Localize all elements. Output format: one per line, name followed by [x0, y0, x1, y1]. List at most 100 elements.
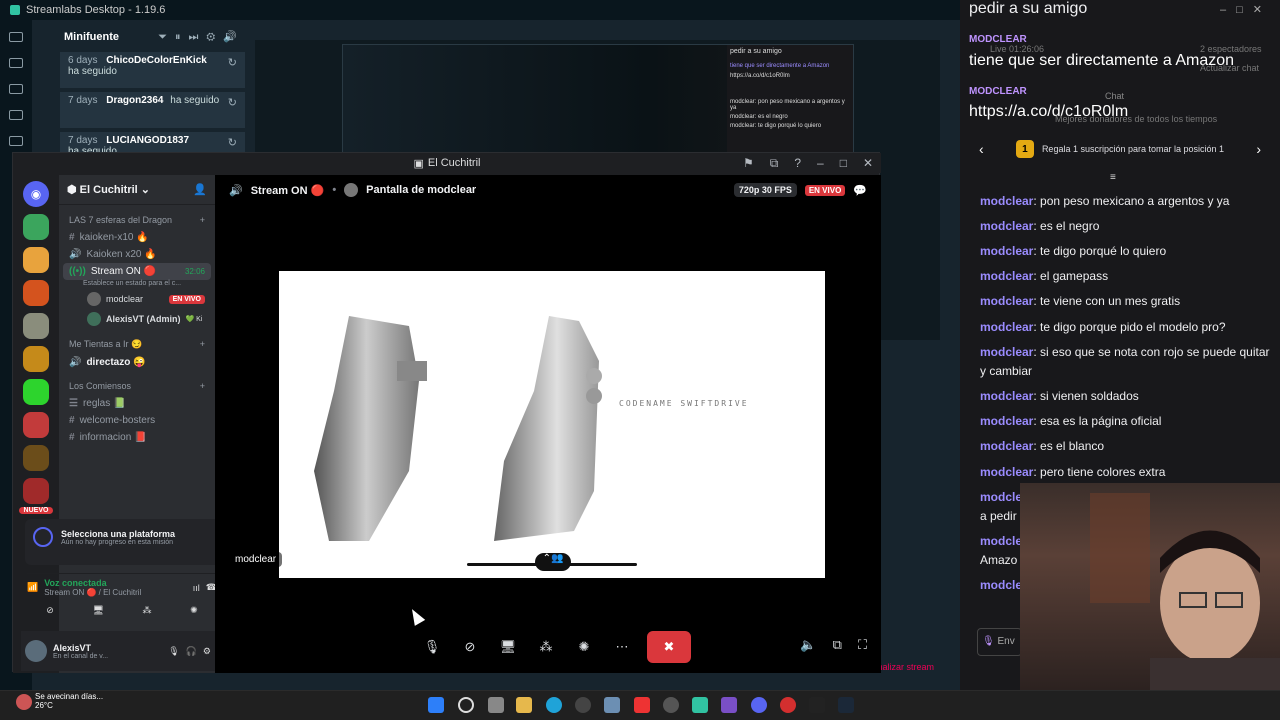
chat-top-message: pedir a su amigo: [969, 0, 1088, 17]
discord-window-title: El Cuchitril: [427, 157, 481, 169]
file-explorer-icon[interactable]: [516, 697, 532, 713]
brave-icon[interactable]: [634, 697, 650, 713]
popout-icon[interactable]: ⧉: [833, 637, 842, 653]
camera-off-icon[interactable]: ⊘: [457, 635, 483, 659]
app-icon[interactable]: [663, 697, 679, 713]
channel-kaioken-x20[interactable]: 🔊 Kaioken x20 🔥: [59, 246, 215, 263]
app-icon[interactable]: [604, 697, 620, 713]
settings-icon[interactable]: ⚙: [203, 646, 211, 657]
server-icon[interactable]: [23, 313, 49, 339]
app-icon[interactable]: [809, 697, 825, 713]
microphone-icon[interactable]: 🎙: [168, 646, 179, 657]
channel-informacion[interactable]: # informacion 📕: [59, 429, 215, 446]
chat-message: modclear: es el negro: [980, 219, 1100, 233]
category-header[interactable]: Los Comiensos +: [59, 371, 215, 395]
themes-icon[interactable]: [9, 58, 23, 68]
windows-start-icon[interactable]: [428, 697, 444, 713]
media-player-icon[interactable]: [575, 697, 591, 713]
channel-reglas[interactable]: ☰ reglas 📗: [59, 395, 215, 412]
chat-message-partial: Amazo: [980, 553, 1018, 567]
apps-icon[interactable]: [9, 136, 23, 146]
microphone-icon[interactable]: 🎙: [419, 635, 445, 659]
chat-tab[interactable]: Chat: [1105, 91, 1124, 101]
avatar[interactable]: [25, 640, 47, 662]
category-header[interactable]: LAS 7 esferas del Dragon +: [59, 205, 215, 229]
headphones-icon[interactable]: 🎧: [186, 646, 197, 657]
task-view-icon[interactable]: [488, 697, 504, 713]
visual-studio-icon[interactable]: [721, 697, 737, 713]
channel-kaioken-x10[interactable]: # kaioken-x10 🔥: [59, 229, 215, 246]
chevron-left-icon[interactable]: ‹: [979, 141, 984, 157]
streamlabs-titlebar: Streamlabs Desktop - 1.19.6: [0, 0, 960, 20]
kick-server-icon[interactable]: [23, 379, 49, 405]
steam-icon[interactable]: [838, 697, 854, 713]
channel-stream-on[interactable]: ((•)) Stream ON 🔴 32:06: [63, 263, 211, 280]
edge-icon[interactable]: [546, 697, 562, 713]
fullscreen-icon[interactable]: ⛶: [858, 637, 867, 653]
help-icon[interactable]: ?: [794, 156, 801, 171]
quest-card[interactable]: Selecciona una plataforma Aún no hay pro…: [25, 519, 221, 565]
popout-icon[interactable]: ⧉: [770, 156, 779, 171]
close-icon[interactable]: ✕: [863, 156, 873, 171]
weather-widget[interactable]: Se avecinan días... 26°C: [35, 692, 103, 710]
window-controls[interactable]: –□✕: [1220, 3, 1272, 16]
chat-bubble-icon[interactable]: 💬: [853, 184, 867, 197]
discord-icon[interactable]: [751, 697, 767, 713]
server-icon[interactable]: [23, 445, 49, 471]
signal-icon[interactable]: 📶: [27, 582, 38, 593]
discord-window: ▣ El Cuchitril ⚑ ⧉ ? – □ ✕ ◉ NUEVO ⬢ El …: [12, 152, 881, 673]
weather-icon[interactable]: [16, 694, 32, 710]
server-icon[interactable]: [23, 214, 49, 240]
server-header[interactable]: ⬢ El Cuchitril ⌄ 👤: [59, 175, 215, 205]
server-icon[interactable]: [23, 247, 49, 273]
server-icon[interactable]: [23, 412, 49, 438]
leave-call-button[interactable]: ✖: [647, 631, 691, 663]
activities-icon[interactable]: ⁂: [143, 605, 152, 616]
app-icon[interactable]: [780, 697, 796, 713]
server-icon[interactable]: [23, 346, 49, 372]
server-icon[interactable]: [23, 478, 49, 504]
alertbox-icon[interactable]: [9, 110, 23, 120]
replay-icon[interactable]: ↻: [228, 56, 237, 69]
recent-events-controls[interactable]: ⏷⏸⏭⚙🔊: [158, 30, 245, 44]
replay-icon[interactable]: ↻: [228, 136, 237, 149]
voice-user[interactable]: AlexisVT (Admin) 💚 Ki: [59, 309, 215, 329]
shared-screen[interactable]: CODENAME SWIFTDRIVE ⌃👥: [279, 271, 825, 578]
replay-icon[interactable]: ↻: [228, 96, 237, 109]
editor-icon[interactable]: [9, 32, 23, 42]
webcam-overlay: [1020, 483, 1280, 690]
channel-directazo[interactable]: 🔊 directazo 😜: [59, 354, 215, 371]
expand-participants-icon[interactable]: ⌃👥: [535, 553, 571, 571]
event-item: 6 days ChicoDeColorEnKick ha seguido ↻: [60, 52, 245, 88]
minimize-icon[interactable]: –: [817, 156, 824, 171]
chevron-right-icon[interactable]: ›: [1256, 141, 1261, 157]
volume-icon[interactable]: 🔈: [800, 637, 816, 653]
camera-off-icon[interactable]: ⊘: [46, 605, 54, 616]
soundboard-icon[interactable]: ııl: [193, 583, 200, 593]
inbox-icon[interactable]: ⚑: [743, 156, 754, 171]
stream-topbar: 🔊 Stream ON 🔴 • Pantalla de modclear 720…: [229, 183, 867, 197]
voice-user[interactable]: modclear EN VIVO: [59, 289, 215, 309]
channel-status[interactable]: Establece un estado para el c...: [59, 280, 215, 289]
chat-username: MODCLEAR: [969, 86, 1027, 97]
add-member-icon[interactable]: 👤: [193, 183, 207, 196]
collapse-icon[interactable]: ≡: [1110, 172, 1116, 183]
effects-icon[interactable]: ✺: [571, 635, 597, 659]
screen-share-icon[interactable]: 🖥: [495, 635, 521, 659]
store-icon[interactable]: [9, 84, 23, 94]
sub-leaderboard-banner[interactable]: ‹ 1 Regala 1 suscripción para tomar la p…: [975, 128, 1265, 170]
server-icon: ▣: [413, 157, 424, 170]
home-icon[interactable]: ◉: [23, 181, 49, 207]
more-icon[interactable]: ⋯: [609, 635, 635, 659]
activities-icon[interactable]: ⁂: [533, 635, 559, 659]
refresh-chat-link[interactable]: Actualizar chat: [1200, 63, 1259, 73]
category-header[interactable]: Me Tientas a Ir 😏 +: [59, 329, 215, 354]
effects-icon[interactable]: ✺: [190, 605, 198, 616]
maximize-icon[interactable]: □: [840, 156, 847, 171]
search-icon[interactable]: [458, 697, 474, 713]
chat-input[interactable]: 🎙 Env: [977, 628, 1022, 656]
channel-welcome-bosters[interactable]: # welcome-bosters: [59, 412, 215, 429]
screen-share-icon[interactable]: 🖥: [92, 605, 103, 616]
server-icon[interactable]: [23, 280, 49, 306]
streamlabs-icon[interactable]: [692, 697, 708, 713]
